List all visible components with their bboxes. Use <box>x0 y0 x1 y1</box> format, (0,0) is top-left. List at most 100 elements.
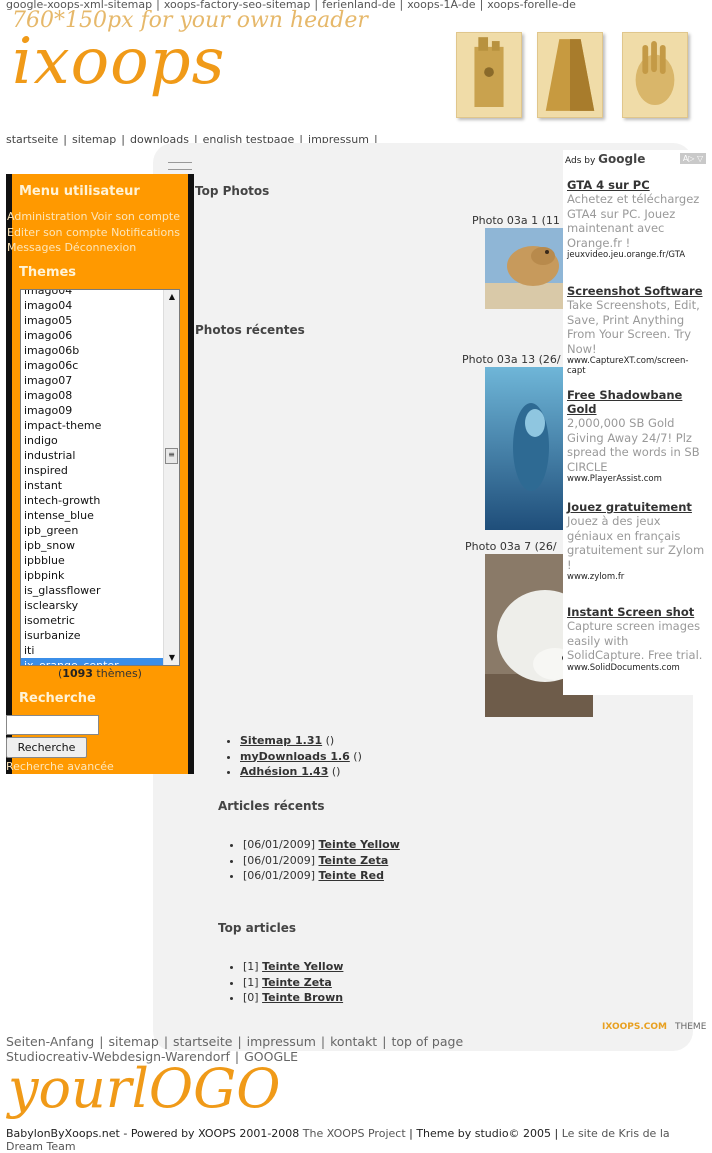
theme-select-list[interactable]: imago04 imago04 imago05 imago06 imago06b… <box>20 289 180 666</box>
theme-option[interactable]: imago06b <box>21 343 163 358</box>
theme-option[interactable]: intense_blue <box>21 508 163 523</box>
ad-url[interactable]: www.CaptureXT.com/screen-capt <box>567 356 707 376</box>
theme-option[interactable]: inspired <box>21 463 163 478</box>
theme-option-selected[interactable]: ix_orange_center <box>21 658 163 665</box>
ad-url[interactable]: jeuxvideo.jeu.orange.fr/GTA <box>567 250 707 260</box>
theme-option[interactable]: imago04 <box>21 298 163 313</box>
ad-item[interactable]: Free Shadowbane Gold 2,000,000 SB Gold G… <box>567 388 707 484</box>
theme-badge-right: THEME <box>674 1022 707 1032</box>
adchoices-icon[interactable]: A▷ ▽ <box>680 153 706 164</box>
theme-count: (1093 thèmes) <box>20 667 180 680</box>
list-item: [1] Teinte Yellow <box>243 959 343 975</box>
footer-link-seiten-anfang[interactable]: Seiten-Anfang <box>6 1034 94 1049</box>
module-link[interactable]: myDownloads 1.6 <box>240 750 350 763</box>
theme-option[interactable]: isometric <box>21 613 163 628</box>
recent-articles-title: Articles récents <box>218 799 325 813</box>
list-item: Adhésion 1.43 () <box>240 764 362 780</box>
theme-option[interactable]: industrial <box>21 448 163 463</box>
top-link-xoops-1a-de[interactable]: xoops-1A-de <box>407 0 475 11</box>
article-link[interactable]: Teinte Zeta <box>262 976 332 989</box>
article-date: [06/01/2009] <box>243 853 319 867</box>
ad-title[interactable]: Instant Screen shot <box>567 605 707 619</box>
header-image-statue <box>456 32 522 118</box>
module-link[interactable]: Sitemap 1.31 <box>240 734 322 747</box>
ad-url[interactable]: www.zylom.fr <box>567 572 707 582</box>
ad-item[interactable]: Jouez gratuitement Jouez à des jeux géni… <box>567 500 707 582</box>
credits-text: BabylonByXoops.net - Powered by XOOPS 20… <box>6 1127 303 1140</box>
ad-description: Capture screen images easily with SolidC… <box>567 619 703 662</box>
theme-option[interactable]: ipb_snow <box>21 538 163 553</box>
top-link-xoops-forelle-de[interactable]: xoops-forelle-de <box>487 0 576 11</box>
user-menu-edit-account[interactable]: Editer son compte <box>7 226 108 239</box>
ad-title[interactable]: Screenshot Software <box>567 284 707 298</box>
theme-option[interactable]: imago09 <box>21 403 163 418</box>
ad-item[interactable]: Instant Screen shot Capture screen image… <box>567 605 707 673</box>
theme-option[interactable]: imago07 <box>21 373 163 388</box>
search-button[interactable]: Recherche <box>6 737 87 758</box>
user-menu-administration[interactable]: Administration <box>7 210 88 223</box>
theme-option[interactable]: impact-theme <box>21 418 163 433</box>
ad-url[interactable]: www.SolidDocuments.com <box>567 663 707 673</box>
recent-photo-dolphin[interactable] <box>485 367 563 530</box>
ads-by-google-label[interactable]: Ads by Google <box>565 152 645 166</box>
article-link[interactable]: Teinte Yellow <box>262 960 343 973</box>
article-date: [06/01/2009] <box>243 838 319 851</box>
theme-badge[interactable]: IXOOPS.COM THEME <box>602 1022 706 1032</box>
theme-count-number: 1093 <box>62 667 93 680</box>
top-photo-camel[interactable] <box>485 228 563 309</box>
theme-option[interactable]: instant <box>21 478 163 493</box>
advanced-search-link[interactable]: Recherche avancée <box>6 760 114 773</box>
theme-option[interactable]: is_glassflower <box>21 583 163 598</box>
ad-title[interactable]: Jouez gratuitement <box>567 500 707 514</box>
scroll-thumb[interactable]: ≡ <box>165 448 178 464</box>
theme-option[interactable]: intech-growth <box>21 493 163 508</box>
user-menu-messages[interactable]: Messages <box>7 241 61 254</box>
theme-option[interactable]: imago06 <box>21 328 163 343</box>
footer-link-sitemap[interactable]: sitemap <box>108 1034 158 1049</box>
panel-grip-icon <box>168 162 192 170</box>
theme-option[interactable]: iti <box>21 643 163 658</box>
article-link[interactable]: Teinte Zeta <box>318 854 388 867</box>
theme-option[interactable]: ipb_green <box>21 523 163 538</box>
search-input[interactable] <box>6 715 99 735</box>
footer-link-startseite[interactable]: startseite <box>173 1034 232 1049</box>
module-link[interactable]: Adhésion 1.43 <box>240 765 328 778</box>
theme-option[interactable]: imago04 <box>21 290 163 298</box>
ad-item[interactable]: Screenshot Software Take Screenshots, Ed… <box>567 284 707 376</box>
theme-option[interactable]: imago08 <box>21 388 163 403</box>
top-articles-list: [1] Teinte Yellow [1] Teinte Zeta [0] Te… <box>229 959 343 1006</box>
theme-badge-left: IXOOPS.COM <box>602 1022 667 1032</box>
theme-option[interactable]: imago06c <box>21 358 163 373</box>
xoops-project-link[interactable]: The XOOPS Project <box>303 1127 406 1140</box>
ad-item[interactable]: GTA 4 sur PC Achetez et téléchargez GTA4… <box>567 178 707 260</box>
theme-option[interactable]: isclearsky <box>21 598 163 613</box>
article-link[interactable]: Teinte Brown <box>262 991 343 1004</box>
scroll-down-arrow-icon[interactable]: ▼ <box>164 651 179 665</box>
list-item: [06/01/2009] Teinte Red <box>243 868 400 884</box>
list-item: Sitemap 1.31 () <box>240 733 362 749</box>
theme-option[interactable]: ipbpink <box>21 568 163 583</box>
scroll-up-arrow-icon[interactable]: ▲ <box>164 290 179 304</box>
theme-option[interactable]: ipbblue <box>21 553 163 568</box>
header-image-hand <box>622 32 688 118</box>
user-menu-notifications[interactable]: Notifications <box>111 226 180 239</box>
theme-option[interactable]: imago05 <box>21 313 163 328</box>
footer-link-kontakt[interactable]: kontakt <box>330 1034 377 1049</box>
user-menu-logout[interactable]: Déconnexion <box>64 241 136 254</box>
theme-list-scrollbar[interactable]: ▲ ≡ ▼ <box>163 290 179 665</box>
user-menu-view-account[interactable]: Voir son compte <box>91 210 180 223</box>
article-link[interactable]: Teinte Red <box>318 869 383 882</box>
footer-link-impressum[interactable]: impressum <box>247 1034 316 1049</box>
article-link[interactable]: Teinte Yellow <box>318 838 399 851</box>
top-photo-caption: Photo 03a 1 (11 <box>472 214 560 227</box>
theme-option[interactable]: indigo <box>21 433 163 448</box>
ad-title[interactable]: GTA 4 sur PC <box>567 178 707 192</box>
nav-startseite[interactable]: startseite <box>6 133 58 146</box>
site-logo[interactable]: ixoops <box>12 30 225 94</box>
ad-title[interactable]: Free Shadowbane Gold <box>567 388 707 416</box>
top-articles-title: Top articles <box>218 921 296 935</box>
nav-sitemap[interactable]: sitemap <box>72 133 116 146</box>
ad-url[interactable]: www.PlayerAssist.com <box>567 474 707 484</box>
theme-option[interactable]: isurbanize <box>21 628 163 643</box>
footer-link-top-of-page[interactable]: top of page <box>391 1034 463 1049</box>
